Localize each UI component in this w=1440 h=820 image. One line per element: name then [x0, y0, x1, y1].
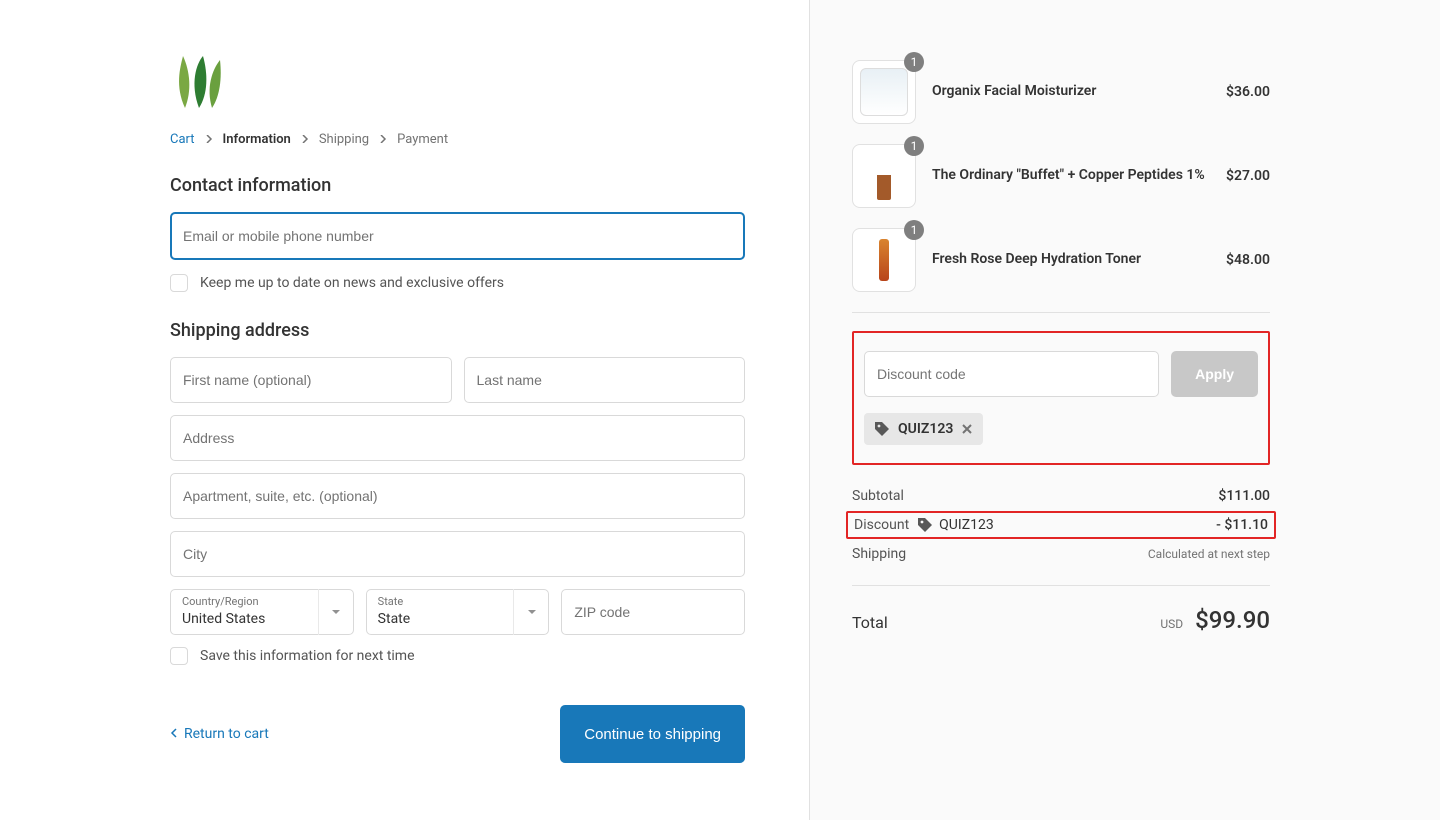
total-row: Total USD $99.90 [852, 606, 1270, 634]
discount-value: - $11.10 [1216, 517, 1268, 533]
cart-item: 1 Fresh Rose Deep Hydration Toner $48.00 [852, 228, 1270, 292]
city-field[interactable] [170, 531, 745, 577]
discount-code-input[interactable] [864, 351, 1159, 397]
breadcrumb: Cart Information Shipping Payment [170, 132, 745, 147]
total-amount: $99.90 [1195, 606, 1270, 634]
chevron-right-icon [205, 132, 213, 147]
discount-row-highlight: Discount QUIZ123 - $11.10 [846, 511, 1276, 539]
apartment-field[interactable] [170, 473, 745, 519]
cart-item: 1 Organix Facial Moisturizer $36.00 [852, 60, 1270, 124]
remove-discount-button[interactable] [961, 423, 973, 435]
shipping-label: Shipping [852, 546, 906, 562]
subtotal-row: Subtotal $111.00 [852, 483, 1270, 509]
breadcrumb-payment: Payment [397, 132, 448, 147]
product-name: Organix Facial Moisturizer [916, 82, 1226, 102]
save-info-checkbox[interactable] [170, 647, 188, 665]
tag-icon [917, 517, 933, 533]
cart-item: 1 The Ordinary "Buffet" + Copper Peptide… [852, 144, 1270, 208]
news-checkbox-label: Keep me up to date on news and exclusive… [200, 275, 504, 291]
product-price: $48.00 [1226, 252, 1270, 268]
subtotal-value: $111.00 [1218, 488, 1270, 504]
quantity-badge: 1 [904, 220, 924, 240]
product-thumbnail: 1 [852, 60, 916, 124]
zip-field[interactable] [561, 589, 745, 635]
tag-icon [874, 421, 890, 437]
news-checkbox[interactable] [170, 274, 188, 292]
store-logo [170, 56, 745, 112]
chevron-left-icon [170, 726, 178, 742]
divider [852, 585, 1270, 586]
shipping-section-title: Shipping address [170, 320, 745, 341]
total-currency: USD [1160, 617, 1183, 631]
product-price: $27.00 [1226, 168, 1270, 184]
breadcrumb-information: Information [223, 132, 291, 147]
product-name: Fresh Rose Deep Hydration Toner [916, 250, 1226, 270]
country-select[interactable] [170, 589, 354, 635]
total-label: Total [852, 613, 888, 632]
shipping-value: Calculated at next step [1148, 547, 1270, 561]
discount-label: Discount [854, 517, 909, 533]
discount-code-label: QUIZ123 [939, 517, 994, 533]
breadcrumb-shipping: Shipping [319, 132, 369, 147]
email-field[interactable] [170, 212, 745, 260]
quantity-badge: 1 [904, 52, 924, 72]
discount-section-highlight: Apply QUIZ123 [852, 331, 1270, 465]
product-thumbnail: 1 [852, 228, 916, 292]
save-info-label: Save this information for next time [200, 648, 415, 664]
quantity-badge: 1 [904, 136, 924, 156]
apply-discount-button[interactable]: Apply [1171, 351, 1258, 397]
price-summary: Subtotal $111.00 Discount QUIZ123 - $11.… [852, 483, 1270, 567]
state-select[interactable] [366, 589, 550, 635]
close-icon [961, 423, 973, 435]
return-to-cart-link[interactable]: Return to cart [170, 726, 269, 742]
contact-section-title: Contact information [170, 175, 745, 196]
last-name-field[interactable] [464, 357, 746, 403]
continue-to-shipping-button[interactable]: Continue to shipping [560, 705, 745, 763]
first-name-field[interactable] [170, 357, 452, 403]
chevron-right-icon [301, 132, 309, 147]
shipping-row: Shipping Calculated at next step [852, 541, 1270, 567]
divider [852, 312, 1270, 313]
product-price: $36.00 [1226, 84, 1270, 100]
checkout-form-panel: Cart Information Shipping Payment Contac… [0, 0, 810, 820]
product-name: The Ordinary "Buffet" + Copper Peptides … [916, 166, 1226, 186]
applied-discount-tag: QUIZ123 [864, 413, 983, 445]
product-thumbnail: 1 [852, 144, 916, 208]
return-to-cart-label: Return to cart [184, 726, 269, 742]
subtotal-label: Subtotal [852, 488, 904, 504]
chevron-right-icon [379, 132, 387, 147]
breadcrumb-cart[interactable]: Cart [170, 132, 195, 147]
order-summary-panel: 1 Organix Facial Moisturizer $36.00 1 Th… [810, 0, 1440, 820]
address-field[interactable] [170, 415, 745, 461]
applied-discount-code: QUIZ123 [898, 421, 953, 437]
